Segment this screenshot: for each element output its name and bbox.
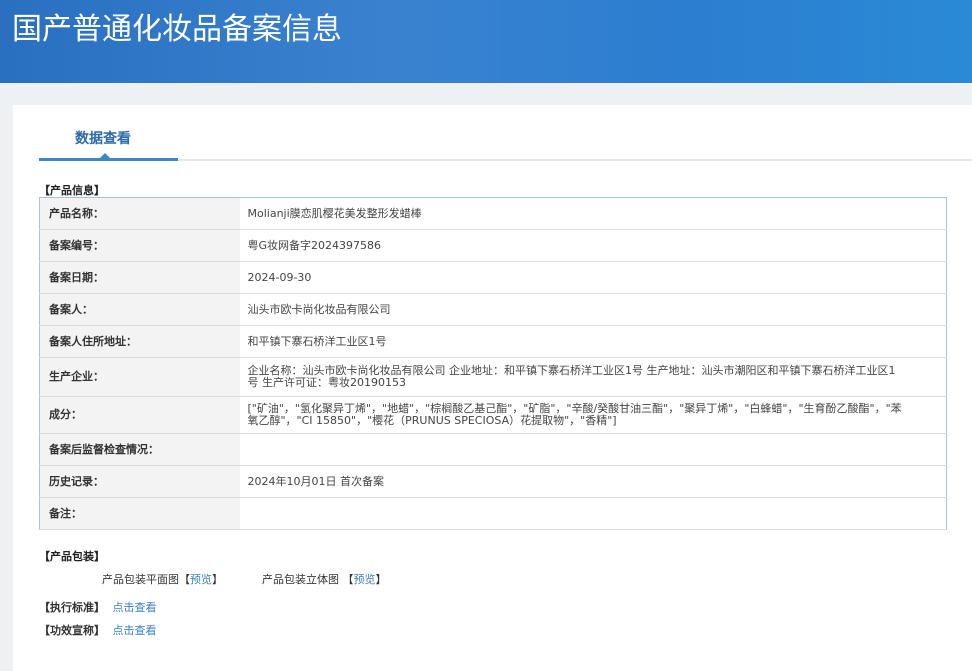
packaging-solid-label: 产品包装立体图 — [262, 573, 339, 586]
table-row: 产品名称： Molianji膜恋肌樱花美发整形发蜡棒 — [39, 197, 947, 230]
tab-data-view[interactable]: 数据查看 — [39, 105, 178, 161]
packaging-flat-label: 产品包装平面图 — [102, 573, 179, 586]
content-panel: 数据查看 【产品信息】 产品名称： Molianji膜恋肌樱花美发整形发蜡棒 备案… — [13, 105, 972, 671]
efficacy-label: 【功效宣称】 — [39, 624, 105, 637]
row-value: 粤G妆网备字2024397586 — [239, 229, 947, 262]
table-row: 成分： ["矿油"，"氢化聚异丁烯"，"地蜡"，"棕榈酸乙基己酯"，"矿脂"，"辛… — [39, 396, 947, 434]
bracket: 】 — [375, 573, 387, 586]
row-value: Molianji膜恋肌樱花美发整形发蜡棒 — [239, 197, 947, 230]
row-value: ["矿油"，"氢化聚异丁烯"，"地蜡"，"棕榈酸乙基己酯"，"矿脂"，"辛酸/癸… — [239, 396, 947, 434]
table-row: 历史记录： 2024年10月01日 首次备案 — [39, 465, 947, 498]
row-label: 备案编号： — [39, 229, 240, 262]
packaging-solid: 产品包装立体图 【预览】 — [262, 571, 387, 587]
standard-label: 【执行标准】 — [39, 601, 105, 614]
row-label: 备案后监督检查情况： — [39, 433, 240, 466]
efficacy-view-link[interactable]: 点击查看 — [113, 624, 157, 637]
product-info-table: 产品名称： Molianji膜恋肌樱花美发整形发蜡棒 备案编号： 粤G妆网备字202… — [39, 197, 947, 530]
row-value — [239, 433, 947, 466]
row-value: 和平镇下寨石桥洋工业区1号 — [239, 325, 947, 358]
row-label: 备案人： — [39, 293, 240, 326]
table-row: 备案后监督检查情况： — [39, 433, 947, 466]
table-row: 备案编号： 粤G妆网备字2024397586 — [39, 229, 947, 262]
table-row: 备案人： 汕头市欧卡尚化妆品有限公司 — [39, 293, 947, 326]
efficacy-row: 【功效宣称】 点击查看 — [39, 622, 157, 638]
bracket: 】 — [212, 573, 223, 586]
row-label: 历史记录： — [39, 465, 240, 498]
row-label: 备案日期： — [39, 261, 240, 294]
preview-solid-link[interactable]: 预览 — [354, 573, 376, 586]
tab-bar: 数据查看 — [39, 105, 972, 161]
preview-flat-link[interactable]: 预览 — [190, 573, 212, 586]
product-info-heading: 【产品信息】 — [39, 184, 105, 197]
page-header: 国产普通化妆品备案信息 — [0, 0, 972, 83]
page-title: 国产普通化妆品备案信息 — [12, 12, 342, 47]
row-value — [239, 497, 947, 530]
row-value: 2024年10月01日 首次备案 — [239, 465, 947, 498]
bracket: 【 — [342, 573, 354, 586]
row-label: 成分： — [39, 396, 240, 434]
bracket: 【 — [179, 573, 190, 586]
row-value: 企业名称：汕头市欧卡尚化妆品有限公司 企业地址：和平镇下寨石桥洋工业区1号 生产… — [239, 357, 947, 397]
row-label: 备案人住所地址： — [39, 325, 240, 358]
row-label: 生产企业： — [39, 357, 240, 397]
row-label: 产品名称： — [39, 197, 240, 230]
standard-view-link[interactable]: 点击查看 — [113, 601, 157, 614]
packaging-heading: 【产品包装】 — [39, 550, 105, 563]
table-row: 备案日期： 2024-09-30 — [39, 261, 947, 294]
tab-label: 数据查看 — [75, 131, 131, 147]
standard-row: 【执行标准】 点击查看 — [39, 599, 157, 615]
table-row: 备注： — [39, 497, 947, 530]
table-row: 生产企业： 企业名称：汕头市欧卡尚化妆品有限公司 企业地址：和平镇下寨石桥洋工业区… — [39, 357, 947, 397]
row-label: 备注： — [39, 497, 240, 530]
row-value: 2024-09-30 — [239, 261, 947, 294]
tab-active-caret-icon — [99, 153, 111, 159]
table-row: 备案人住所地址： 和平镇下寨石桥洋工业区1号 — [39, 325, 947, 358]
packaging-flat: 产品包装平面图【预览】 — [102, 571, 223, 587]
row-value: 汕头市欧卡尚化妆品有限公司 — [239, 293, 947, 326]
